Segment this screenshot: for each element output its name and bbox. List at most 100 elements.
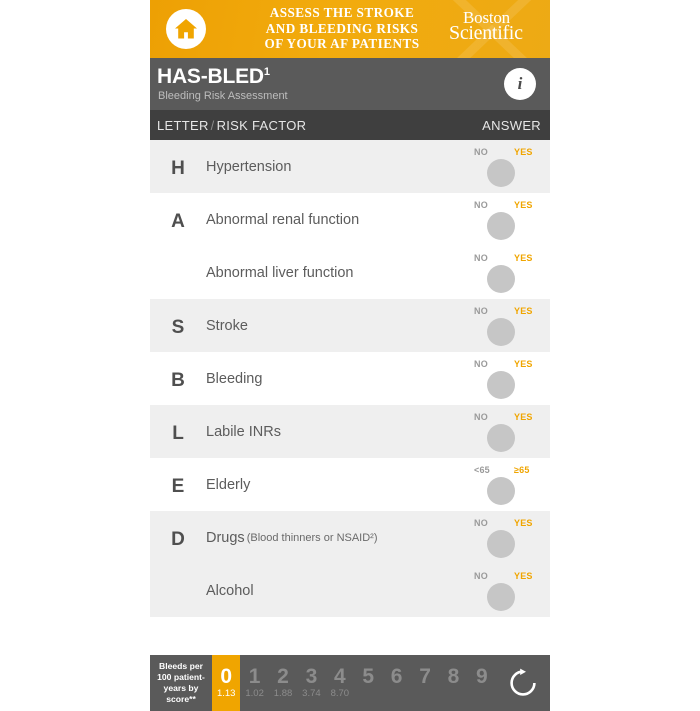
score-cell[interactable]: 0 1.13 — [212, 655, 241, 711]
toggle-label-yes[interactable]: YES — [514, 253, 533, 263]
brand-header: ASSESS THE STROKE AND BLEEDING RISKS OF … — [150, 0, 550, 58]
column-header: LETTER / RISK FACTOR ANSWER — [150, 110, 550, 140]
toggle-knob[interactable] — [487, 477, 515, 505]
toggle-label-yes[interactable]: YES — [514, 306, 533, 316]
risk-factor-row: S Stroke NO YES — [150, 299, 550, 352]
risk-factor-name: Drugs — [206, 529, 245, 546]
row-answers: NO YES — [454, 405, 550, 458]
row-letter: L — [172, 423, 184, 444]
toggle-label-yes[interactable]: YES — [514, 359, 533, 369]
score-cell[interactable]: 3 3.74 — [297, 655, 325, 711]
score-cell[interactable]: 6 — [382, 655, 410, 711]
reset-button[interactable] — [496, 655, 550, 711]
toggle-label-no[interactable]: NO — [474, 359, 488, 369]
answer-toggle[interactable]: NO YES — [454, 299, 550, 352]
toggle-label-no[interactable]: NO — [474, 518, 488, 528]
column-header-risk-factor: RISK FACTOR — [216, 118, 307, 133]
answer-toggle[interactable]: <65 ≥65 — [454, 458, 550, 511]
score-value: 1.88 — [273, 688, 293, 699]
info-button[interactable]: i — [504, 68, 536, 100]
row-factor-labels: Bleeding — [206, 352, 454, 405]
toggle-label-yes[interactable]: YES — [514, 147, 533, 157]
score-cell[interactable]: 8 — [439, 655, 467, 711]
answer-toggle[interactable]: NO YES — [454, 564, 550, 617]
brand-headline: ASSESS THE STROKE AND BLEEDING RISKS OF … — [224, 5, 460, 52]
toggle-label-no[interactable]: NO — [474, 253, 488, 263]
home-button[interactable] — [166, 9, 206, 49]
toggle-label-yes[interactable]: YES — [514, 571, 533, 581]
score-cell[interactable]: 5 — [354, 655, 382, 711]
score-cell[interactable]: 2 1.88 — [269, 655, 297, 711]
refresh-icon — [510, 668, 536, 696]
toggle-label-yes[interactable]: ≥65 — [514, 465, 530, 475]
home-icon — [175, 19, 197, 39]
answer-toggle[interactable]: NO YES — [454, 140, 550, 193]
score-cell[interactable]: 9 — [468, 655, 496, 711]
brand-headline-line-2: AND BLEEDING RISKS — [265, 20, 419, 36]
risk-factor-name: Abnormal liver function — [206, 264, 354, 281]
toggle-knob[interactable] — [487, 318, 515, 346]
score-value: 1.02 — [245, 688, 264, 699]
row-letter: S — [171, 317, 185, 338]
score-value: 1.13 — [216, 688, 236, 699]
answer-toggle[interactable]: NO YES — [454, 511, 550, 564]
row-factor-labels: Hypertension — [206, 140, 454, 193]
score-cells: 0 1.13 1 1.02 2 1.88 3 3.74 4 8.70 5 6 7 8 9 — [212, 655, 496, 711]
toggle-knob[interactable] — [487, 371, 515, 399]
toggle-label-no[interactable]: NO — [474, 147, 488, 157]
score-cell[interactable]: 4 8.70 — [326, 655, 354, 711]
toggle-knob[interactable] — [487, 212, 515, 240]
answer-toggle[interactable]: NO YES — [454, 246, 550, 299]
answer-toggle[interactable]: NO YES — [454, 405, 550, 458]
row-letter: H — [171, 158, 185, 179]
row-letter: D — [171, 529, 185, 550]
risk-factor-name: Abnormal renal function — [206, 211, 360, 228]
row-answers: NO YES NO YES — [454, 193, 550, 299]
toggle-knob[interactable] — [487, 424, 515, 452]
row-letter: A — [171, 211, 185, 232]
toggle-knob[interactable] — [487, 159, 515, 187]
risk-factor-row: E Elderly <65 ≥65 — [150, 458, 550, 511]
score-number: 8 — [447, 665, 460, 688]
toggle-label-yes[interactable]: YES — [514, 412, 533, 422]
toggle-label-no[interactable]: NO — [474, 200, 488, 210]
score-bar: Bleeds per 100 patient-years by score** … — [150, 655, 550, 711]
score-cell[interactable]: 1 1.02 — [240, 655, 268, 711]
column-header-separator: / — [210, 118, 215, 133]
risk-factor-label: Hypertension — [206, 140, 454, 193]
risk-factor-note: (Blood thinners or NSAID²) — [246, 531, 378, 544]
brand-headline-line-1: ASSESS THE STROKE — [269, 5, 415, 20]
risk-factor-label: Elderly — [206, 458, 454, 511]
toggle-label-yes[interactable]: YES — [514, 518, 533, 528]
toggle-label-no[interactable]: NO — [474, 571, 488, 581]
toggle-label-no[interactable]: <65 — [474, 465, 490, 475]
risk-factor-row: L Labile INRs NO YES — [150, 405, 550, 458]
row-answers: NO YES — [454, 140, 550, 193]
answer-toggle[interactable]: NO YES — [454, 193, 550, 246]
toggle-label-yes[interactable]: YES — [514, 200, 533, 210]
row-letter: E — [171, 476, 185, 497]
app-screen: ASSESS THE STROKE AND BLEEDING RISKS OF … — [0, 0, 700, 711]
answer-toggle[interactable]: NO YES — [454, 352, 550, 405]
page-title-text: HAS-BLED — [157, 65, 264, 88]
column-header-left: LETTER / RISK FACTOR — [157, 118, 306, 133]
brand-headline-line-3: OF YOUR AF PATIENTS — [264, 36, 420, 52]
toggle-label-no[interactable]: NO — [474, 412, 488, 422]
score-cell[interactable]: 7 — [411, 655, 439, 711]
toggle-knob[interactable] — [487, 265, 515, 293]
toggle-label-no[interactable]: NO — [474, 306, 488, 316]
toggle-knob[interactable] — [487, 530, 515, 558]
score-value: 8.70 — [330, 688, 350, 699]
risk-factor-row: A Abnormal renal function Abnormal liver f… — [150, 193, 550, 299]
risk-factor-label: Alcohol — [206, 564, 454, 617]
score-number: 6 — [390, 665, 403, 688]
toggle-knob[interactable] — [487, 583, 515, 611]
app-container: ASSESS THE STROKE AND BLEEDING RISKS OF … — [150, 0, 550, 617]
score-number: 5 — [362, 665, 375, 688]
risk-factor-row: H Hypertension NO YES — [150, 140, 550, 193]
risk-factor-label: Abnormal liver function — [206, 246, 454, 299]
row-answers: NO YES — [454, 352, 550, 405]
row-answers: <65 ≥65 — [454, 458, 550, 511]
page-subtitle: Bleeding Risk Assessment — [158, 90, 288, 102]
row-factor-labels: Drugs (Blood thinners or NSAID²) Alcohol — [206, 511, 454, 617]
